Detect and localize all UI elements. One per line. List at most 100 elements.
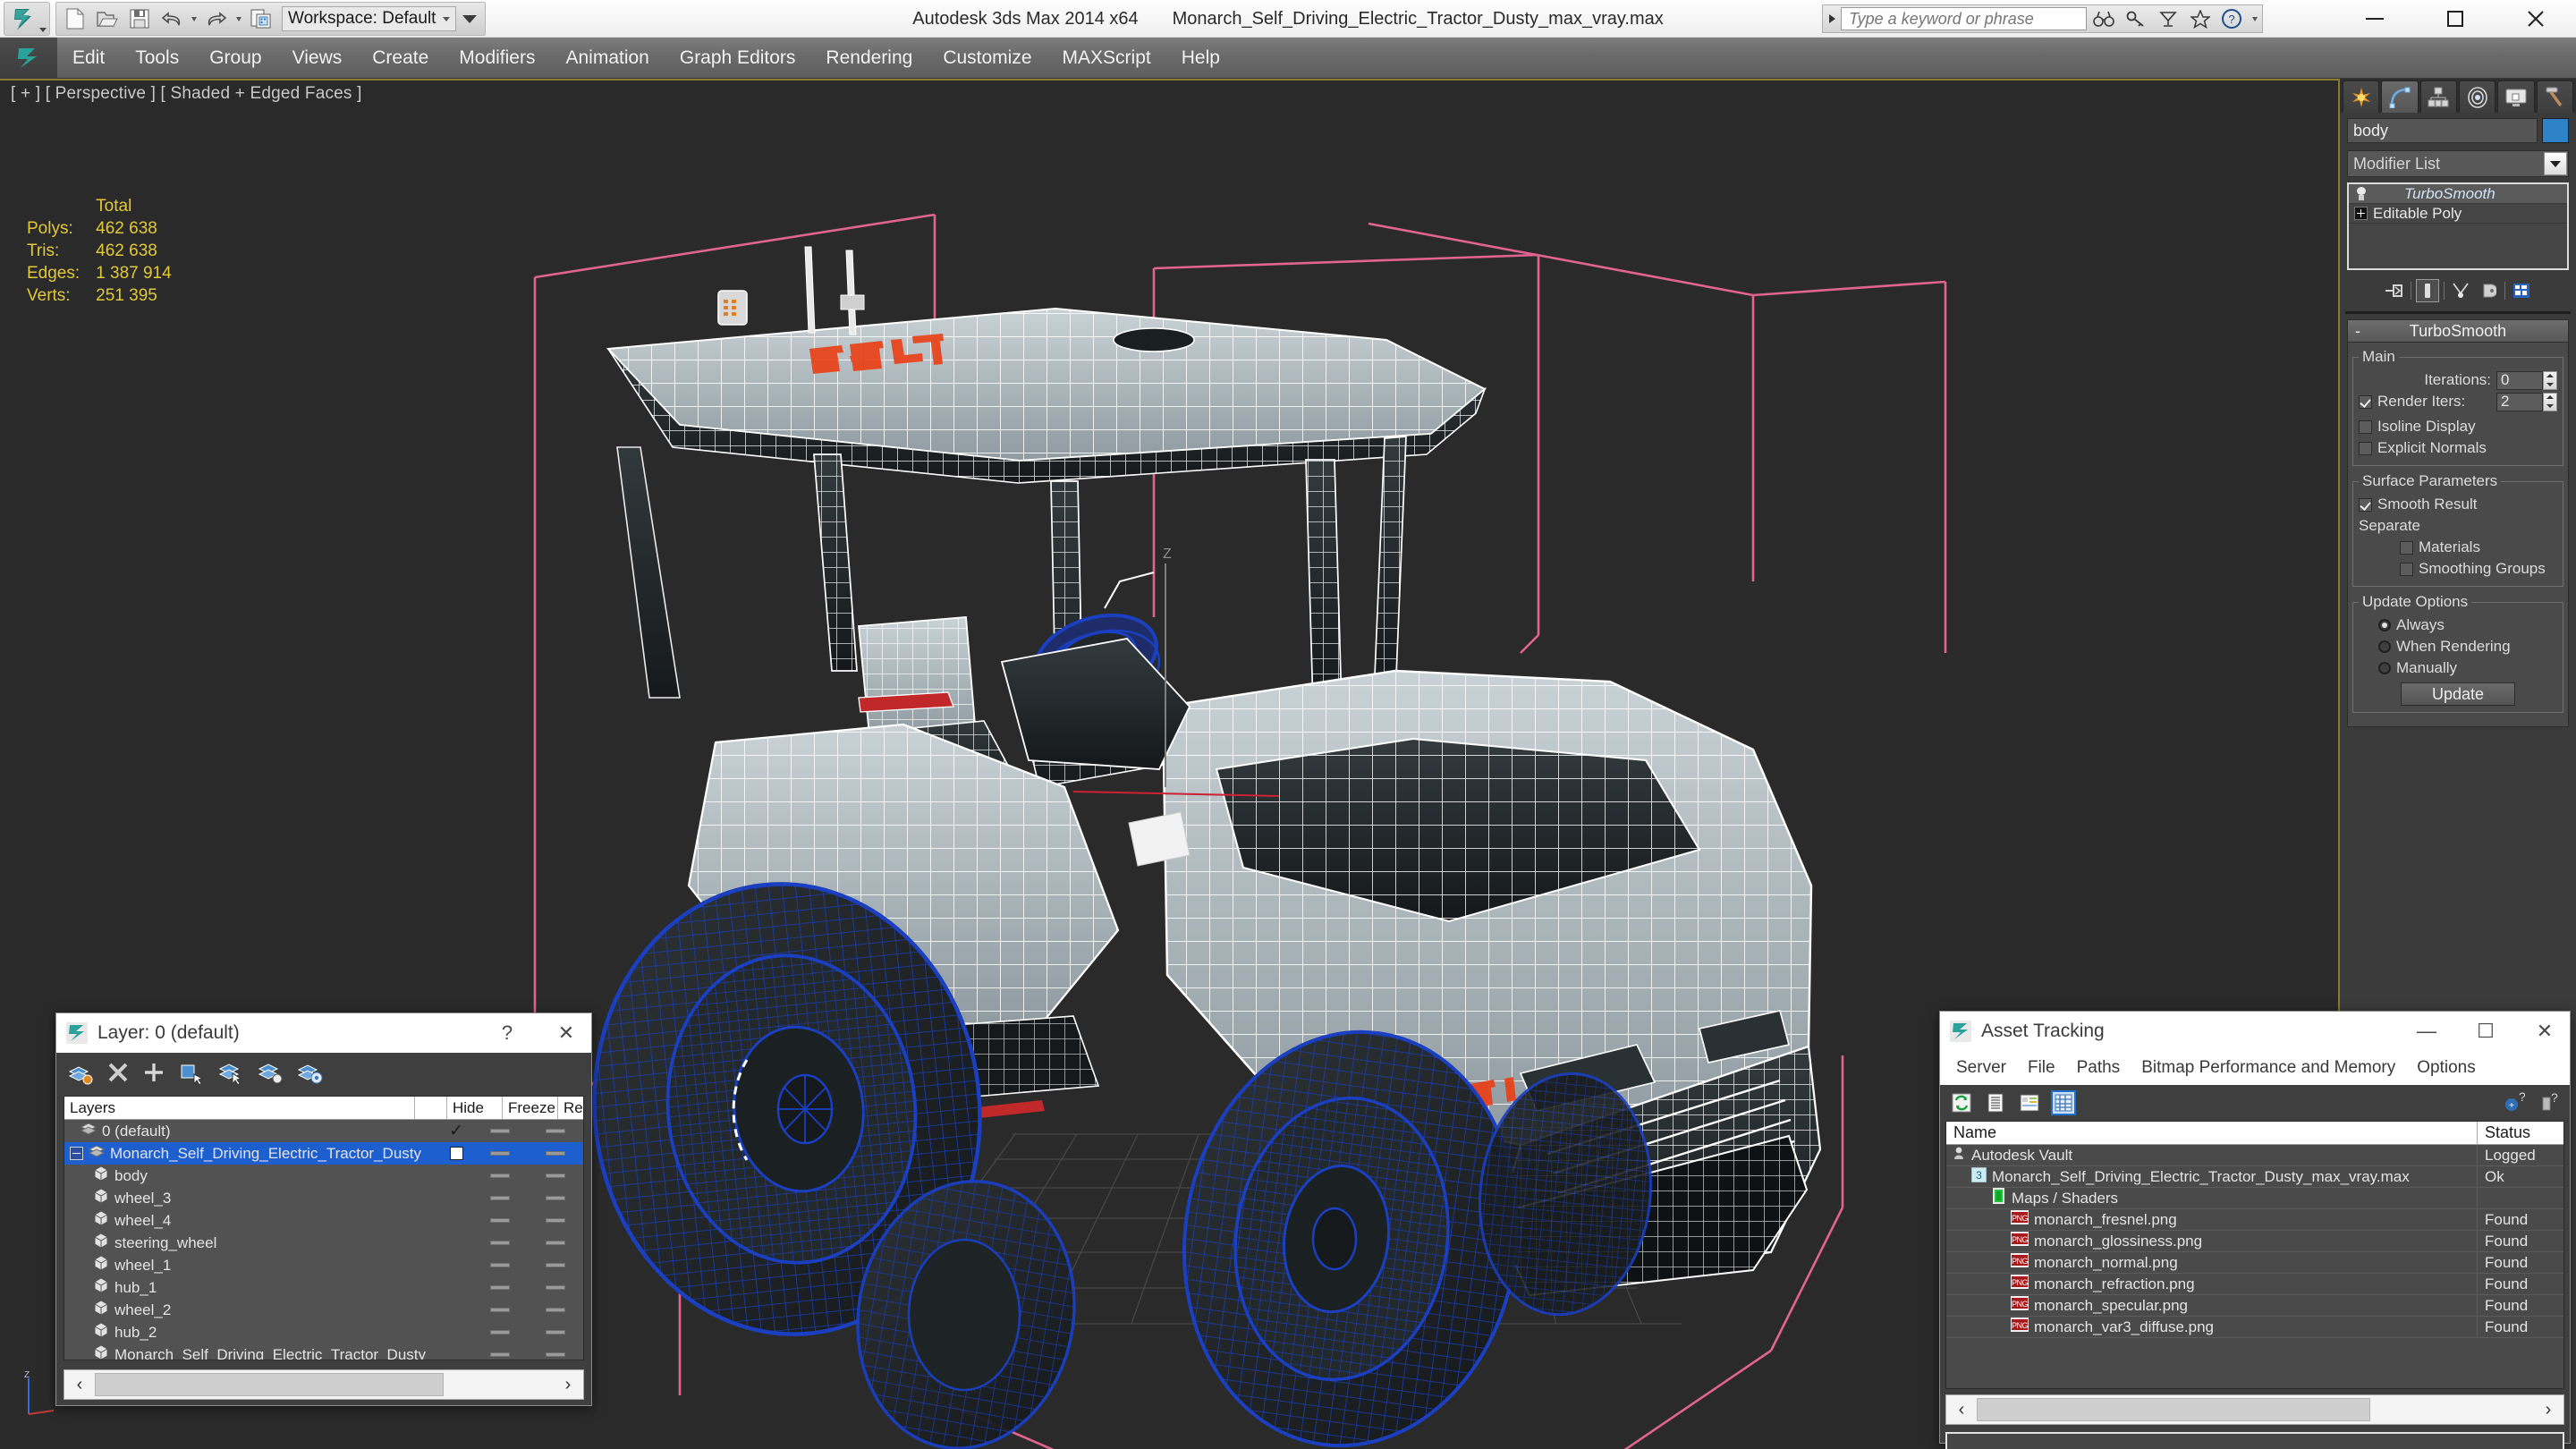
scroll-right-icon[interactable]: › — [2533, 1395, 2563, 1424]
chevron-down-icon[interactable] — [2544, 152, 2567, 175]
update-manually-row[interactable]: Manually — [2359, 657, 2557, 679]
object-name-field[interactable]: body — [2347, 118, 2538, 143]
pin-stack-icon[interactable] — [2383, 279, 2406, 302]
column-name[interactable]: Name — [1946, 1122, 2478, 1144]
render-iters-value[interactable]: 2 — [2496, 392, 2543, 411]
asset-row[interactable]: PNG monarch_refraction.png Found — [1946, 1273, 2563, 1295]
lightbulb-icon[interactable] — [2354, 186, 2368, 201]
asset-row[interactable]: PNG monarch_specular.png Found — [1946, 1294, 2563, 1317]
render-iters-spin-buttons[interactable] — [2543, 392, 2557, 411]
select-highlighted-objects-icon[interactable] — [257, 1060, 284, 1089]
satellite-icon[interactable] — [2153, 5, 2183, 32]
layer-hide-cell[interactable] — [472, 1151, 528, 1156]
grid-view-icon[interactable] — [2051, 1090, 2076, 1115]
maximize-button[interactable] — [2415, 0, 2496, 38]
column-status[interactable]: Status — [2478, 1122, 2563, 1144]
asset-dialog-close-button[interactable]: ✕ — [2520, 1012, 2570, 1051]
layer-freeze-cell[interactable] — [528, 1218, 583, 1223]
menu-item-views[interactable]: Views — [277, 38, 358, 79]
update-when-rendering-radio[interactable] — [2378, 640, 2391, 653]
modifier-list-dropdown[interactable]: Modifier List — [2347, 150, 2569, 177]
search-input[interactable] — [1841, 7, 2087, 30]
layer-row[interactable]: body — [64, 1165, 583, 1187]
asset-row[interactable]: PNG monarch_var3_diffuse.png Found — [1946, 1316, 2563, 1338]
layer-hide-cell[interactable] — [472, 1129, 528, 1133]
list-view-icon[interactable] — [1983, 1090, 2008, 1115]
utilities-tab[interactable] — [2536, 80, 2573, 113]
update-when-rendering-row[interactable]: When Rendering — [2359, 636, 2557, 657]
layer-row[interactable]: steering_wheel — [64, 1232, 583, 1254]
explicit-normals-checkbox[interactable] — [2359, 441, 2372, 455]
layer-row[interactable]: Monarch_Self_Driving_Electric_Tractor_Du… — [64, 1343, 583, 1360]
iterations-stepper[interactable]: 0 — [2496, 370, 2557, 390]
delete-layer-icon[interactable] — [106, 1061, 130, 1089]
asset-tracking-dialog[interactable]: Asset Tracking — ☐ ✕ Server File Paths B… — [1939, 1011, 2571, 1449]
separate-materials-checkbox[interactable] — [2400, 540, 2413, 555]
layer-horizontal-scrollbar[interactable]: ‹ › — [64, 1369, 584, 1400]
modifier-stack[interactable]: TurboSmooth Editable Poly — [2347, 182, 2569, 270]
highlight-selected-objects-icon[interactable] — [217, 1060, 244, 1089]
modifier-stack-item-editable-poly[interactable]: Editable Poly — [2349, 204, 2567, 224]
project-folder-icon[interactable] — [246, 4, 276, 34]
collapse-expander-icon[interactable] — [70, 1147, 83, 1160]
modifier-stack-item-turbosmooth[interactable]: TurboSmooth — [2349, 184, 2567, 204]
render-iters-stepper[interactable]: 2 — [2496, 392, 2557, 411]
menu-item-modifiers[interactable]: Modifiers — [444, 38, 550, 79]
update-always-row[interactable]: Always — [2359, 614, 2557, 636]
modify-tab[interactable] — [2381, 80, 2419, 113]
asset-menu-server[interactable]: Server — [1945, 1058, 2017, 1078]
layer-freeze-cell[interactable] — [528, 1308, 583, 1312]
asset-dialog-maximize-button[interactable]: ☐ — [2461, 1012, 2511, 1051]
layer-freeze-cell[interactable] — [528, 1151, 583, 1156]
qat-overflow-icon[interactable] — [458, 4, 481, 34]
isoline-display-checkbox[interactable] — [2359, 419, 2372, 434]
undo-icon[interactable] — [157, 4, 187, 34]
star-icon[interactable] — [2185, 5, 2216, 32]
help-new-icon[interactable]: +? — [2502, 1090, 2527, 1115]
layer-freeze-cell[interactable] — [528, 1285, 583, 1290]
show-end-result-icon[interactable] — [2416, 279, 2439, 302]
menu-item-graph-editors[interactable]: Graph Editors — [665, 38, 811, 79]
layer-freeze-cell[interactable] — [528, 1174, 583, 1178]
column-freeze[interactable]: Freeze — [503, 1097, 558, 1119]
iterations-spin-buttons[interactable] — [2543, 370, 2557, 390]
create-new-layer-icon[interactable] — [67, 1060, 94, 1089]
menu-item-create[interactable]: Create — [357, 38, 444, 79]
menu-item-maxscript[interactable]: MAXScript — [1047, 38, 1166, 79]
update-manually-radio[interactable] — [2378, 662, 2391, 674]
workspace-selector[interactable]: Workspace: Default — [282, 6, 456, 31]
configure-modifier-sets-icon[interactable] — [2510, 279, 2533, 302]
menu-item-tools[interactable]: Tools — [120, 38, 194, 79]
minimize-button[interactable] — [2334, 0, 2415, 38]
add-layer-icon[interactable] — [142, 1061, 165, 1089]
layer-hide-cell[interactable] — [472, 1263, 528, 1267]
layer-dialog-titlebar[interactable]: Layer: 0 (default) ? ✕ — [56, 1013, 591, 1053]
close-button[interactable] — [2496, 0, 2576, 38]
asset-menu-file[interactable]: File — [2017, 1058, 2066, 1078]
separate-smoothing-groups-checkbox[interactable] — [2400, 562, 2413, 576]
toolbar-expand-icon[interactable] — [1825, 6, 1839, 31]
column-visible[interactable] — [415, 1097, 447, 1119]
display-tab[interactable] — [2497, 80, 2535, 113]
viewport-label[interactable]: [ + ] [ Perspective ] [ Shaded + Edged F… — [11, 84, 362, 104]
motion-tab[interactable] — [2458, 80, 2496, 113]
asset-dialog-minimize-button[interactable]: — — [2402, 1012, 2452, 1051]
create-tab[interactable] — [2343, 80, 2380, 113]
layer-list[interactable]: Layers Hide Freeze Re 0 (default) ✓ Monarc… — [64, 1096, 584, 1360]
asset-row[interactable]: PNG monarch_fresnel.png Found — [1946, 1208, 2563, 1231]
menu-item-edit[interactable]: Edit — [57, 38, 120, 79]
iterations-value[interactable]: 0 — [2496, 370, 2543, 390]
smooth-result-checkbox[interactable] — [2359, 497, 2372, 512]
menu-item-customize[interactable]: Customize — [928, 38, 1046, 79]
rollout-header[interactable]: - TurboSmooth — [2347, 319, 2569, 343]
layer-row[interactable]: wheel_4 — [64, 1209, 583, 1232]
layer-row[interactable]: wheel_2 — [64, 1299, 583, 1321]
undo-dropdown-icon[interactable] — [189, 4, 199, 34]
redo-dropdown-icon[interactable] — [233, 4, 244, 34]
update-button[interactable]: Update — [2401, 682, 2515, 706]
detail-view-icon[interactable] — [2017, 1090, 2042, 1115]
update-always-radio[interactable] — [2378, 619, 2391, 631]
layer-hide-cell[interactable] — [472, 1174, 528, 1178]
scroll-right-icon[interactable]: › — [553, 1370, 583, 1399]
layer-freeze-cell[interactable] — [528, 1196, 583, 1200]
